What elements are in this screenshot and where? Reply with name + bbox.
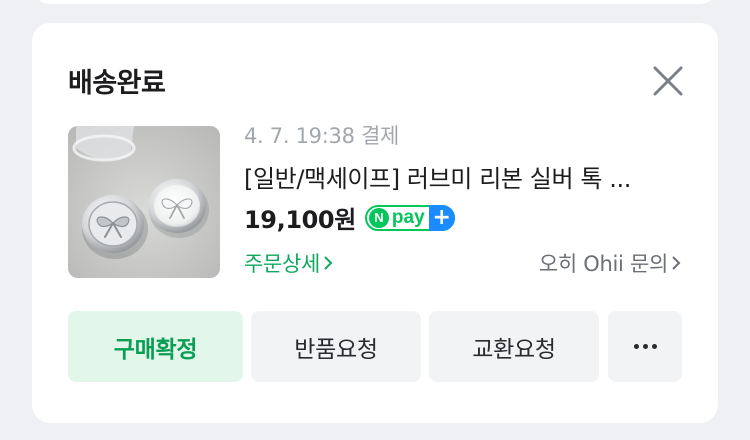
order-card: 배송완료 4. 7. 19:38 결제 [일반/맥세이프] 러브미 리본 실버 …	[32, 23, 718, 423]
seller-inquiry-link[interactable]: 오히 Ohii 문의	[539, 248, 682, 278]
price-row: 19,100원 N pay +	[244, 200, 455, 235]
previous-card-edge	[32, 0, 718, 4]
npay-n-icon: N	[368, 207, 389, 228]
payment-date: 4. 7. 19:38 결제	[244, 124, 400, 148]
chevron-right-icon	[324, 256, 333, 270]
npay-badge: N pay +	[364, 204, 455, 231]
product-name[interactable]: [일반/맥세이프] 러브미 리본 실버 톡 ...	[244, 159, 686, 194]
order-detail-link[interactable]: 주문상세	[244, 248, 334, 278]
return-request-button[interactable]: 반품요청	[251, 311, 421, 382]
chevron-right-icon	[672, 256, 681, 270]
npay-label: pay	[391, 206, 425, 228]
order-detail-label: 주문상세	[244, 252, 321, 276]
exchange-request-button[interactable]: 교환요청	[429, 311, 599, 382]
npay-plus-icon: +	[428, 204, 455, 231]
more-options-button[interactable]	[608, 311, 682, 382]
product-image	[68, 126, 220, 278]
delivery-status-title: 배송완료	[68, 68, 166, 99]
product-thumbnail[interactable]	[68, 126, 220, 278]
more-dots-icon	[633, 344, 657, 349]
close-icon	[653, 66, 683, 96]
seller-inquiry-label: 오히 Ohii 문의	[538, 252, 668, 276]
close-button[interactable]	[648, 61, 688, 101]
price: 19,100원	[244, 206, 356, 234]
confirm-purchase-button[interactable]: 구매확정	[68, 311, 243, 382]
